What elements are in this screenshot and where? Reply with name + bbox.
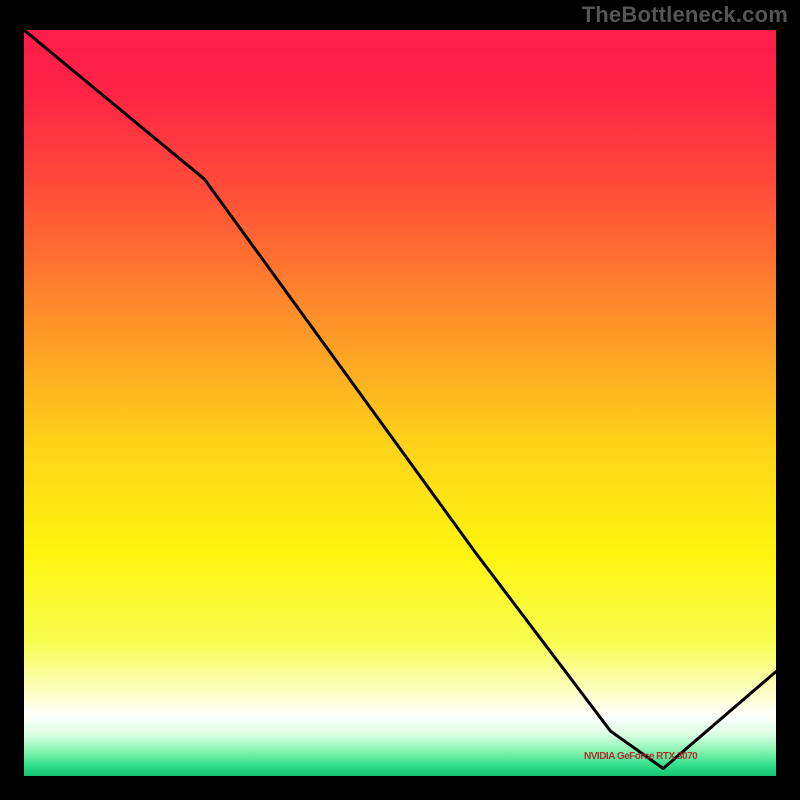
optimal-gpu-marker: NVIDIA GeForce RTX 3070	[581, 751, 701, 762]
bottleneck-curve	[24, 30, 776, 776]
plot-area: NVIDIA GeForce RTX 3070	[24, 30, 776, 776]
chart-root: TheBottleneck.com NVIDIA GeForce RTX 307…	[0, 0, 800, 800]
attribution-text: TheBottleneck.com	[582, 2, 788, 28]
plot-frame: NVIDIA GeForce RTX 3070	[24, 30, 776, 776]
